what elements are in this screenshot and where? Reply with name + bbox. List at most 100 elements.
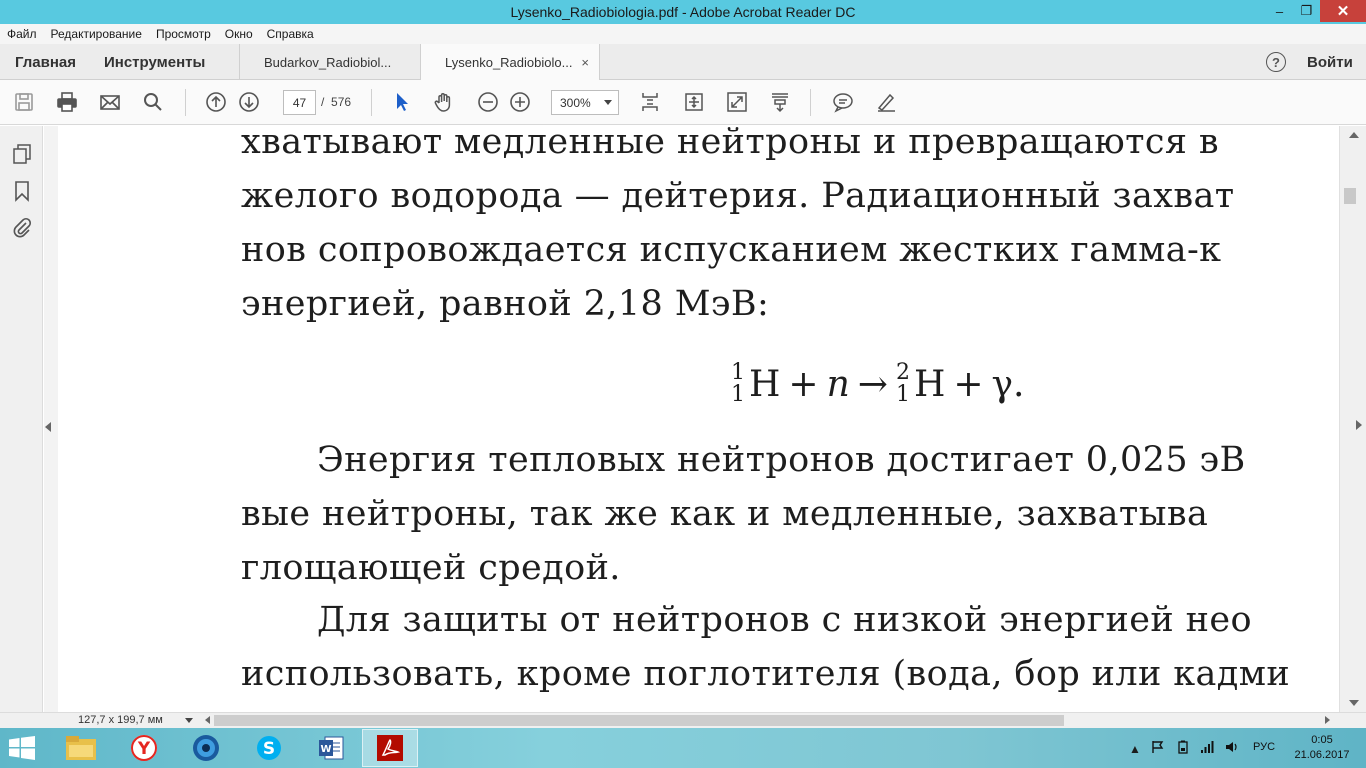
- bookmark-icon[interactable]: [11, 180, 33, 202]
- scroll-right-icon[interactable]: [1325, 716, 1330, 724]
- menu-help[interactable]: Справка: [267, 27, 314, 41]
- search-icon[interactable]: [141, 90, 165, 114]
- file-explorer-icon[interactable]: [53, 729, 109, 767]
- document-text-line: хватывают медленные нейтроны и превращаю…: [241, 126, 1219, 162]
- page-total: / 576: [321, 95, 351, 109]
- attachment-icon[interactable]: [11, 216, 33, 238]
- svg-text:Y: Y: [137, 739, 151, 759]
- system-clock[interactable]: 0:05 21.06.2017: [1292, 733, 1352, 763]
- nuclear-reaction-formula: 1 1 H + n → 2 1 H + γ.: [731, 362, 1024, 406]
- next-page-icon[interactable]: [237, 90, 261, 114]
- neutron-symbol: n: [826, 363, 850, 405]
- scroll-thumb[interactable]: [1344, 188, 1356, 204]
- full-screen-icon[interactable]: [725, 90, 749, 114]
- network-signal-icon[interactable]: [1200, 740, 1214, 757]
- email-icon[interactable]: [98, 90, 122, 114]
- zoom-select[interactable]: 300%: [551, 90, 619, 115]
- document-text-line: вые нейтроны, так же как и медленные, за…: [241, 494, 1209, 534]
- menu-window[interactable]: Окно: [225, 27, 253, 41]
- toolbar: [0, 80, 1366, 125]
- show-hidden-icons-icon[interactable]: ▲: [1129, 742, 1141, 756]
- tab-bar: Главная Инструменты Budarkov_Radiobiol..…: [0, 44, 1366, 81]
- input-language[interactable]: РУС: [1253, 741, 1275, 753]
- windows-start-icon[interactable]: [8, 736, 36, 760]
- scroll-left-icon[interactable]: [205, 716, 210, 724]
- hand-tool-icon[interactable]: [432, 90, 456, 114]
- toolbar-divider: [185, 89, 186, 116]
- window-title: Lysenko_Radiobiologia.pdf - Adobe Acroba…: [510, 4, 856, 20]
- highlight-pen-icon[interactable]: [874, 90, 898, 114]
- previous-page-icon[interactable]: [204, 90, 228, 114]
- document-text-line: Энергия тепловых нейтронов достигает 0,0…: [317, 440, 1246, 480]
- toolbar-divider: [810, 89, 811, 116]
- document-tab-lysenko[interactable]: Lysenko_Radiobiolo... ×: [421, 44, 600, 81]
- document-text-line: нов сопровождается испусканием жестких г…: [241, 230, 1222, 270]
- help-icon[interactable]: ?: [1266, 52, 1286, 72]
- gamma-symbol: γ.: [991, 363, 1025, 405]
- page-total-count: 576: [331, 95, 352, 109]
- tab-close-icon[interactable]: ×: [581, 55, 589, 70]
- document-text-line: желого водорода — дейтерия. Радиационный…: [241, 176, 1235, 216]
- word-icon[interactable]: W: [303, 729, 359, 767]
- scroll-mode-icon[interactable]: [768, 90, 792, 114]
- window-controls: – ❐ ✕: [1266, 0, 1366, 22]
- scroll-up-icon[interactable]: [1349, 132, 1359, 138]
- taskbar: Y S W ▲ РУС 0:05 21.06.2017: [0, 728, 1366, 768]
- charge-number: 1: [731, 382, 745, 407]
- page-fit-icon[interactable]: [638, 90, 662, 114]
- close-button[interactable]: ✕: [1320, 0, 1366, 22]
- zoom-in-icon[interactable]: [508, 90, 532, 114]
- tab-tools[interactable]: Инструменты: [104, 44, 205, 80]
- document-tab-budarkov[interactable]: Budarkov_Radiobiol...: [239, 44, 421, 80]
- action-center-flag-icon[interactable]: [1151, 740, 1165, 757]
- document-tab-label: Budarkov_Radiobiol...: [264, 54, 392, 70]
- menu-view[interactable]: Просмотр: [156, 27, 211, 41]
- chevron-down-icon[interactable]: [185, 718, 193, 723]
- document-tab-label: Lysenko_Radiobiolo...: [445, 55, 573, 70]
- sign-in-button[interactable]: Войти: [1307, 44, 1353, 80]
- clock-date: 21.06.2017: [1294, 749, 1350, 761]
- menu-edit[interactable]: Редактирование: [51, 27, 142, 41]
- scroll-down-icon[interactable]: [1349, 700, 1359, 706]
- element-symbol: H: [749, 363, 781, 405]
- minimize-button[interactable]: –: [1266, 0, 1293, 22]
- page-number-input[interactable]: 47: [283, 90, 316, 115]
- acrobat-reader-icon[interactable]: [362, 729, 418, 767]
- maximize-button[interactable]: ❐: [1293, 0, 1320, 22]
- element-symbol: H: [913, 363, 946, 405]
- left-gutter: [44, 126, 58, 712]
- document-text-line: глощающей средой.: [241, 548, 621, 588]
- volume-icon[interactable]: [1225, 740, 1239, 757]
- document-text-line: энергией, равной 2,18 МэВ:: [241, 284, 770, 324]
- zoom-out-icon[interactable]: [476, 90, 500, 114]
- print-icon[interactable]: [55, 90, 79, 114]
- document-text-line: Для защиты от нейтронов с низкой энергие…: [317, 600, 1252, 640]
- tab-home[interactable]: Главная: [15, 44, 76, 80]
- plus-sign: +: [953, 363, 984, 405]
- yandex-browser-icon[interactable]: Y: [116, 729, 172, 767]
- fit-page-icon[interactable]: [682, 90, 706, 114]
- mass-number: 1: [731, 360, 745, 385]
- battery-icon[interactable]: [1176, 740, 1190, 757]
- chevron-down-icon: [604, 100, 612, 105]
- expand-right-pane-icon[interactable]: [1356, 420, 1362, 430]
- menu-bar: Файл Редактирование Просмотр Окно Справк…: [0, 24, 1366, 44]
- expand-left-pane-icon[interactable]: [45, 422, 51, 432]
- isotope-index: 2 1: [896, 362, 910, 406]
- vertical-scrollbar[interactable]: [1339, 126, 1366, 712]
- skype-icon[interactable]: S: [241, 729, 297, 767]
- horizontal-scroll-thumb[interactable]: [214, 715, 1064, 726]
- page-separator: /: [321, 95, 325, 109]
- zoom-value: 300%: [560, 95, 591, 110]
- menu-file[interactable]: Файл: [7, 27, 37, 41]
- page-size-label[interactable]: 127,7 x 199,7 мм: [78, 713, 163, 728]
- select-cursor-icon[interactable]: [390, 90, 414, 114]
- page-thumbnails-icon[interactable]: [11, 143, 33, 165]
- navigation-pane: [0, 126, 43, 712]
- svg-text:S: S: [263, 739, 275, 759]
- comment-icon[interactable]: [831, 90, 855, 114]
- save-icon[interactable]: [12, 90, 36, 114]
- document-text-line: использовать, кроме поглотителя (вода, б…: [241, 654, 1291, 694]
- media-player-icon[interactable]: [178, 729, 234, 767]
- document-view[interactable]: хватывают медленные нейтроны и превращаю…: [58, 126, 1339, 712]
